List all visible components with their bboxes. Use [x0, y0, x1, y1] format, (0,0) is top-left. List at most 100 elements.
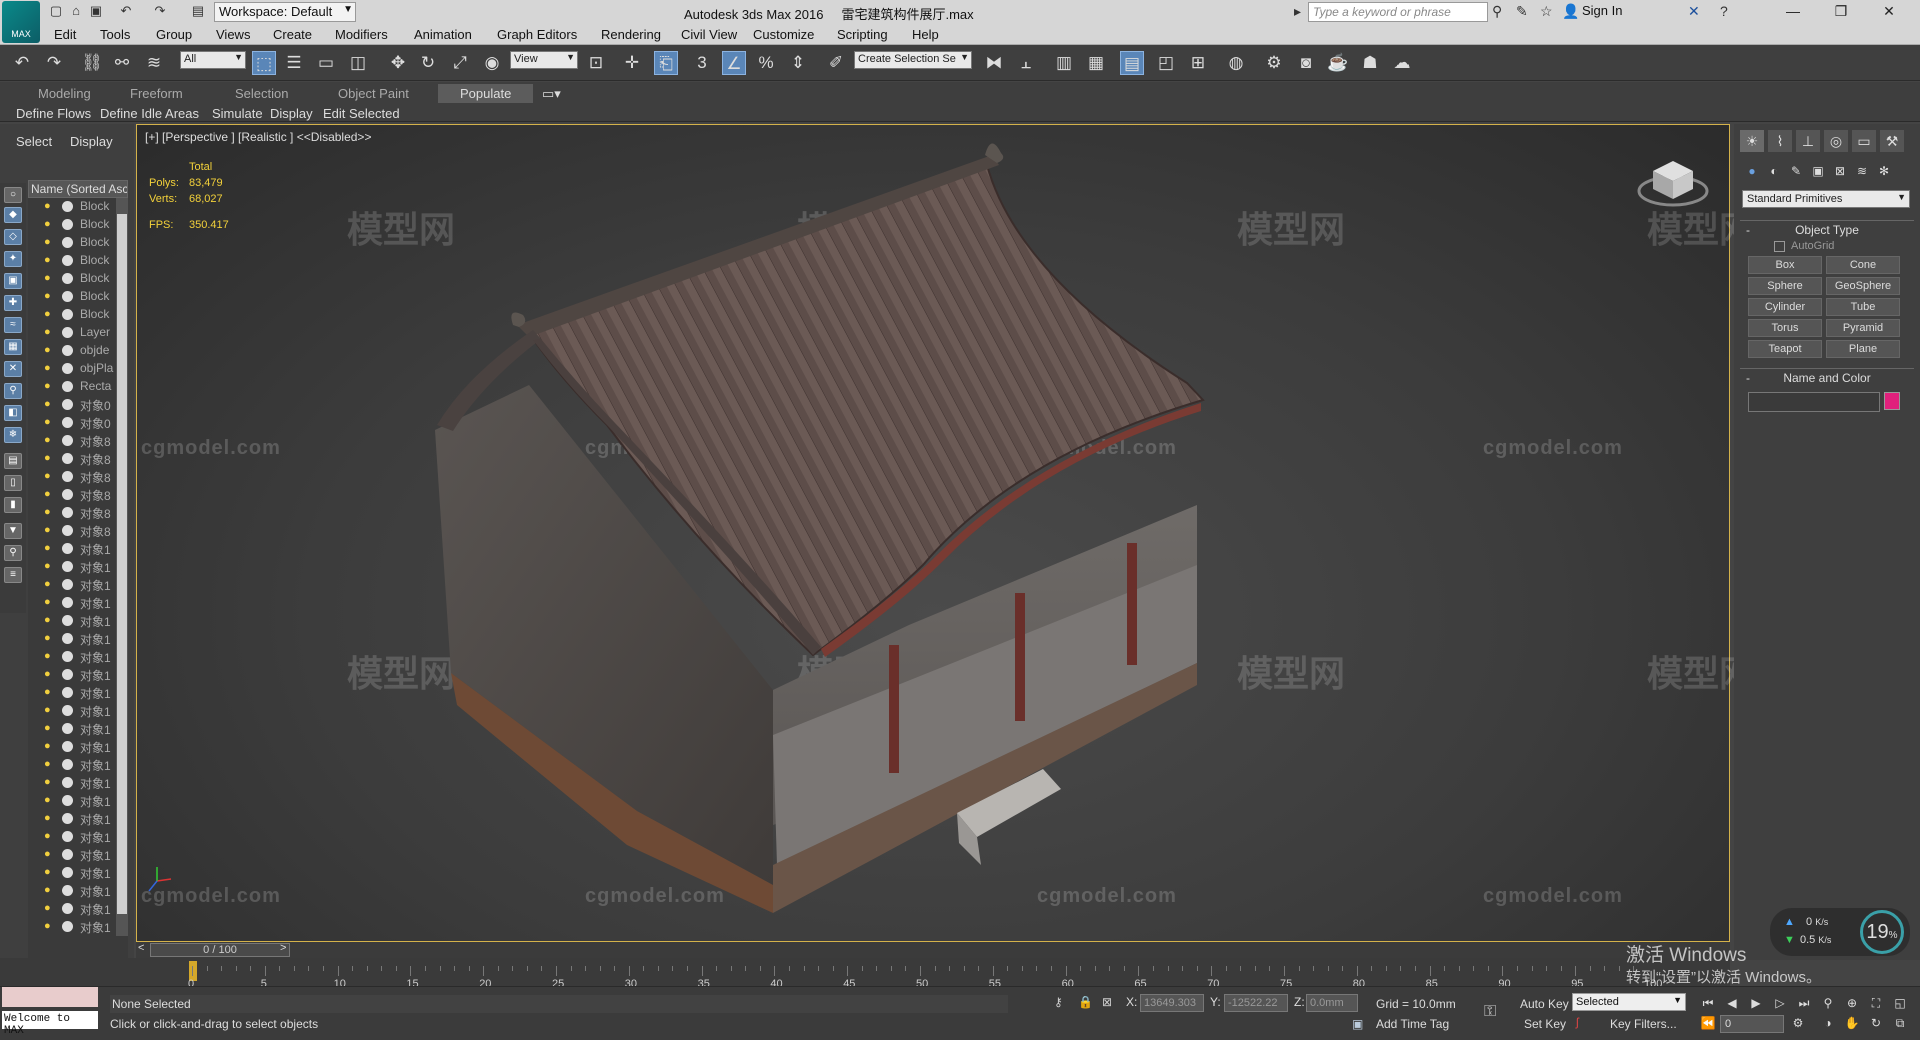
list-item[interactable]: ● objde [28, 342, 128, 360]
scrollbar-thumb[interactable] [117, 214, 127, 914]
pivot-center-icon[interactable]: ⊡ [584, 51, 608, 75]
explorer-tab-select[interactable]: Select [16, 134, 52, 149]
display-space-warps-icon[interactable]: ≈ [4, 317, 22, 333]
list-item[interactable]: ● 对象1 [28, 684, 128, 702]
current-frame-field[interactable]: 0 [1720, 1015, 1784, 1033]
list-item[interactable]: ● 对象1 [28, 774, 128, 792]
info-arrow-icon[interactable]: ▸ [1294, 3, 1301, 20]
redo-icon[interactable]: ↷ [42, 51, 66, 75]
list-item[interactable]: ● 对象8 [28, 504, 128, 522]
display-helpers-icon[interactable]: ✚ [4, 295, 22, 311]
ribbon-tab-object-paint[interactable]: Object Paint [338, 86, 409, 101]
list-item[interactable]: ● Block [28, 270, 128, 288]
cylinder-button[interactable]: Cylinder [1748, 298, 1822, 316]
light-bulb-icon[interactable]: ● [44, 812, 51, 824]
select-manipulate-icon[interactable]: ✛ [620, 51, 644, 75]
maximize-viewport-icon[interactable]: ◱ [1892, 995, 1908, 1011]
set-key-button[interactable]: Set Key [1524, 1017, 1566, 1031]
explorer-scrollbar[interactable] [116, 198, 128, 936]
menu-customize[interactable]: Customize [753, 27, 814, 42]
menu-animation[interactable]: Animation [414, 27, 472, 42]
x-coordinate-field[interactable]: 13649.303 [1140, 994, 1204, 1012]
object-name-input[interactable] [1748, 392, 1880, 412]
light-bulb-icon[interactable]: ● [44, 434, 51, 446]
search-input[interactable]: Type a keyword or phrase [1308, 2, 1488, 22]
shapes-icon[interactable]: ◐ [1764, 161, 1784, 181]
list-item[interactable]: ● Recta [28, 378, 128, 396]
render-iterative-icon[interactable]: ☗ [1358, 51, 1382, 75]
space-warps-icon[interactable]: ≋ [1852, 161, 1872, 181]
prev-frame-arrow-icon[interactable]: < [138, 942, 144, 954]
light-bulb-icon[interactable]: ● [44, 218, 51, 230]
named-selection-dropdown[interactable]: Create Selection Se ▼ [854, 51, 972, 69]
display-none-filter-icon[interactable]: ▯ [4, 475, 22, 491]
time-slider-thumb[interactable]: 0 / 100 [150, 943, 290, 957]
light-bulb-icon[interactable]: ● [44, 902, 51, 914]
define-idle-areas-button[interactable]: Define Idle Areas [100, 106, 199, 121]
display-button[interactable]: Display [270, 106, 313, 121]
layer-explorer-icon[interactable]: ▥ [1052, 51, 1076, 75]
list-item[interactable]: ● 对象1 [28, 882, 128, 900]
mirror-icon[interactable]: ⧓ [982, 51, 1006, 75]
scene-explorer-icon[interactable]: ▤ [1120, 51, 1144, 75]
viewcube[interactable] [1633, 151, 1711, 215]
display-none-icon[interactable]: ○ [4, 187, 22, 203]
communication-icon[interactable]: ✎ [1516, 3, 1528, 20]
maxscript-listener[interactable] [2, 987, 98, 1007]
list-item[interactable]: ● Layer [28, 324, 128, 342]
restore-button[interactable]: ❐ [1818, 0, 1864, 24]
add-time-tag-button[interactable]: Add Time Tag [1376, 1017, 1449, 1031]
light-bulb-icon[interactable]: ● [44, 398, 51, 410]
list-item[interactable]: ● 对象1 [28, 612, 128, 630]
menu-group[interactable]: Group [156, 27, 192, 42]
list-item[interactable]: ● Block [28, 252, 128, 270]
window-crossing-icon[interactable]: ◫ [346, 51, 370, 75]
binoculars-icon[interactable]: ⚲ [1492, 3, 1502, 20]
list-item[interactable]: ● 对象1 [28, 720, 128, 738]
display-shapes-icon[interactable]: ◇ [4, 229, 22, 245]
light-bulb-icon[interactable]: ● [44, 200, 51, 212]
light-bulb-icon[interactable]: ● [44, 326, 51, 338]
menu-rendering[interactable]: Rendering [601, 27, 661, 42]
key-mode-icon[interactable]: ʃ [1576, 1015, 1579, 1029]
go-to-end-icon[interactable]: ⏭ [1796, 995, 1812, 1011]
geosphere-button[interactable]: GeoSphere [1826, 277, 1900, 295]
time-configuration-icon[interactable]: ⚙ [1790, 1015, 1806, 1031]
workspace-dropdown[interactable]: Workspace: Default ▼ [214, 2, 356, 22]
list-item[interactable]: ● 对象1 [28, 792, 128, 810]
list-item[interactable]: ● 对象1 [28, 666, 128, 684]
field-of-view-icon[interactable]: ◑ [1820, 1015, 1836, 1031]
list-item[interactable]: ● 对象1 [28, 810, 128, 828]
schematic-view-icon[interactable]: ⊞ [1186, 51, 1210, 75]
next-frame-arrow-icon[interactable]: > [280, 942, 286, 954]
menu-scripting[interactable]: Scripting [837, 27, 888, 42]
list-item[interactable]: ● 对象1 [28, 648, 128, 666]
select-object-icon[interactable]: ⬚ [252, 51, 276, 75]
display-containers-icon[interactable]: ◧ [4, 405, 22, 421]
previous-frame-icon[interactable]: ◀ [1724, 995, 1740, 1011]
a360-cloud-render-icon[interactable]: ☁ [1390, 51, 1414, 75]
reference-coordinate-dropdown[interactable]: View ▼ [510, 51, 578, 69]
light-bulb-icon[interactable]: ● [44, 668, 51, 680]
minimize-button[interactable]: — [1770, 0, 1816, 24]
zoom-icon[interactable]: ⚲ [1820, 995, 1836, 1011]
ribbon-options-icon[interactable]: ▭▾ [542, 86, 561, 102]
spinner-snap-icon[interactable]: ⇕ [786, 51, 810, 75]
light-bulb-icon[interactable]: ● [44, 380, 51, 392]
object-type-rollout[interactable]: - Object Type [1740, 220, 1914, 238]
list-item[interactable]: ● 对象1 [28, 738, 128, 756]
undo-icon[interactable]: ↶ [118, 3, 134, 19]
light-bulb-icon[interactable]: ● [44, 830, 51, 842]
isolate-icon[interactable]: 🔒 [1078, 995, 1093, 1009]
light-bulb-icon[interactable]: ● [44, 452, 51, 464]
list-item[interactable]: ● 对象1 [28, 900, 128, 918]
open-file-icon[interactable]: ⌂ [68, 3, 84, 19]
invert-display-icon[interactable]: ▮ [4, 497, 22, 513]
list-item[interactable]: ● 对象8 [28, 486, 128, 504]
menu-civil-view[interactable]: Civil View [681, 27, 737, 42]
utilities-tab-icon[interactable]: ⚒ [1880, 130, 1904, 152]
tube-button[interactable]: Tube [1826, 298, 1900, 316]
create-tab-icon[interactable]: ☀ [1740, 130, 1764, 152]
help-icon[interactable]: ? [1720, 3, 1728, 19]
helpers-icon[interactable]: ⊠ [1830, 161, 1850, 181]
